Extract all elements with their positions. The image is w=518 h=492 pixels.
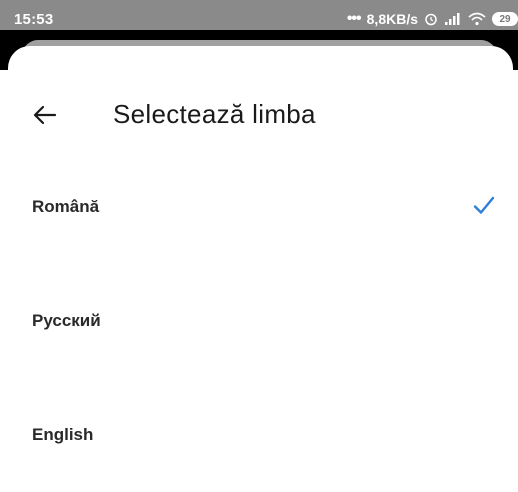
check-icon — [473, 196, 495, 214]
language-label: English — [32, 425, 94, 444]
language-label: Русский — [32, 311, 101, 330]
battery-icon: 29 — [492, 12, 518, 26]
wifi-icon — [468, 12, 486, 26]
alarm-icon — [425, 13, 437, 26]
language-item-english[interactable]: English — [0, 378, 518, 492]
status-time: 15:53 — [14, 10, 54, 28]
language-list: Română Русский English — [0, 150, 518, 492]
page-title: Selectează limba — [113, 99, 316, 129]
battery-level: 29 — [499, 13, 511, 25]
back-button[interactable] — [28, 98, 62, 132]
language-label: Română — [32, 197, 100, 216]
language-item-romana[interactable]: Română — [0, 150, 518, 264]
arrow-left-icon — [33, 105, 57, 125]
more-dots-icon: ••• — [346, 10, 362, 27]
status-icons: ••• 8,8KB/s 29 — [347, 11, 518, 27]
signal-icon — [445, 13, 460, 25]
sheet-header: Selectează limba — [0, 90, 518, 140]
language-item-russkiy[interactable]: Русский — [0, 264, 518, 378]
network-speed: 8,8KB/s — [366, 11, 418, 27]
